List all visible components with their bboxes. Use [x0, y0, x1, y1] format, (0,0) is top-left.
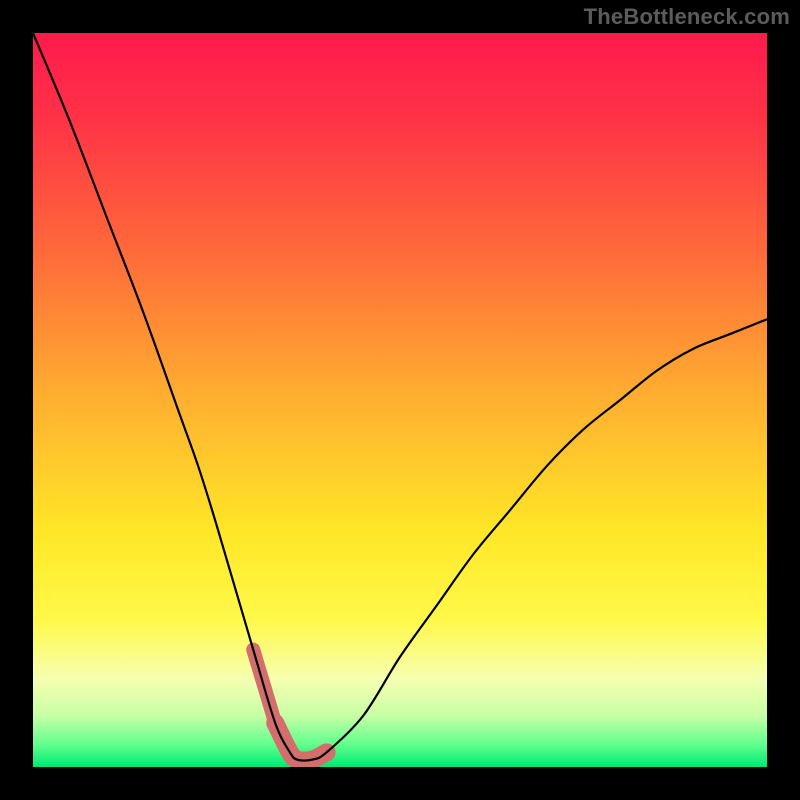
- watermark-text: TheBottleneck.com: [584, 4, 790, 30]
- chart-frame: TheBottleneck.com: [0, 0, 800, 800]
- plot-area: [33, 33, 767, 767]
- bottleneck-curve: [33, 33, 767, 761]
- curve-layer: [33, 33, 767, 767]
